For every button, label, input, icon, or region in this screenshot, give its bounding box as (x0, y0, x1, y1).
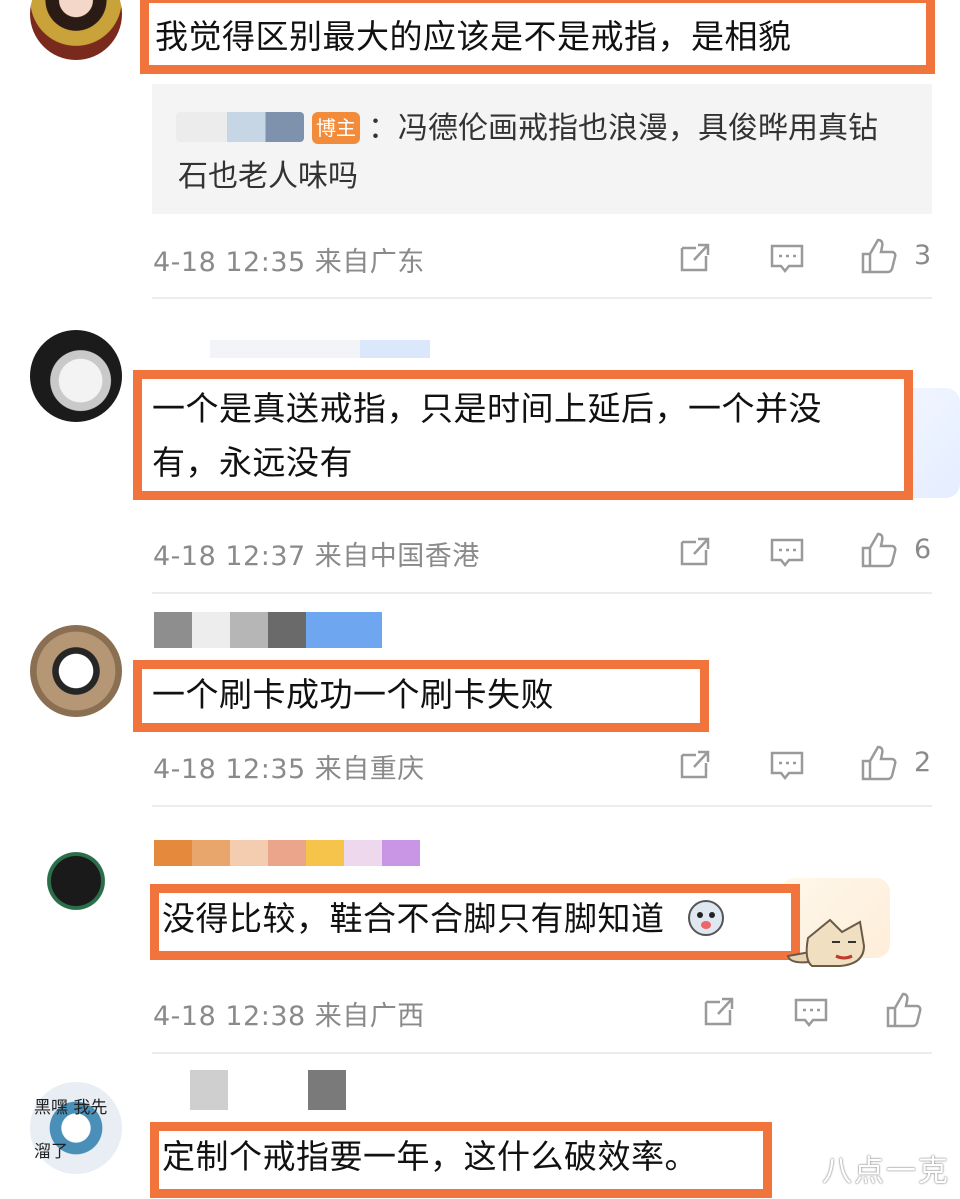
divider (152, 805, 932, 807)
watermark: 八点一克 (822, 1154, 950, 1189)
comment-text: 一个是真送戒指，只是时间上延后，一个并没 (152, 389, 822, 428)
comment-text: 定制个戒指要一年，这什么破效率。 (162, 1137, 698, 1176)
comment-meta: 4-18 12:37 来自中国香港 (153, 541, 480, 572)
comment-text: 一个刷卡成功一个刷卡失败 (152, 675, 554, 714)
reply-text: ：冯德伦画戒指也浪漫，具俊晔用真钻 (368, 111, 878, 146)
like-count: 3 (914, 240, 932, 271)
share-icon[interactable] (674, 238, 714, 278)
avatar-caption: 黑嘿 我先溜了 (34, 1098, 108, 1162)
divider (152, 1052, 932, 1054)
avatar[interactable] (30, 330, 122, 422)
comment-text: 没得比较，鞋合不合脚只有脚知道 (162, 899, 665, 938)
username-blurred (190, 1070, 346, 1110)
avatar[interactable] (30, 625, 122, 717)
comment-text: 我觉得区别最大的应该是不是戒指，是相貌 (155, 17, 792, 56)
cat-sticker-icon (786, 918, 866, 967)
author-badge: 博主 (312, 112, 360, 144)
share-icon[interactable] (698, 992, 738, 1032)
share-icon[interactable] (674, 745, 714, 785)
avatar[interactable] (30, 835, 122, 927)
dog-emoji-icon (688, 900, 724, 936)
username-blurred (154, 612, 382, 648)
reply-text-continued: 石也老人味吗 (178, 159, 358, 194)
like-icon[interactable] (884, 990, 924, 1030)
like-icon[interactable] (859, 530, 899, 570)
divider (152, 592, 932, 594)
comment-text-continued: 有，永远没有 (152, 443, 353, 482)
comment-icon[interactable] (767, 745, 807, 785)
username-blurred (154, 840, 420, 866)
reply-username-blurred (176, 112, 304, 142)
share-icon[interactable] (674, 532, 714, 572)
like-count: 2 (914, 747, 932, 778)
username-blurred (210, 340, 430, 358)
like-icon[interactable] (859, 236, 899, 276)
divider (152, 297, 932, 299)
avatar[interactable] (30, 0, 122, 60)
comment-icon[interactable] (791, 992, 831, 1032)
comment-meta: 4-18 12:38 来自广西 (153, 1001, 425, 1032)
comment-icon[interactable] (767, 238, 807, 278)
comment-meta: 4-18 12:35 来自广东 (153, 247, 425, 278)
comment-icon[interactable] (767, 532, 807, 572)
like-icon[interactable] (859, 743, 899, 783)
comment-meta: 4-18 12:35 来自重庆 (153, 754, 425, 785)
like-count: 6 (914, 534, 932, 565)
